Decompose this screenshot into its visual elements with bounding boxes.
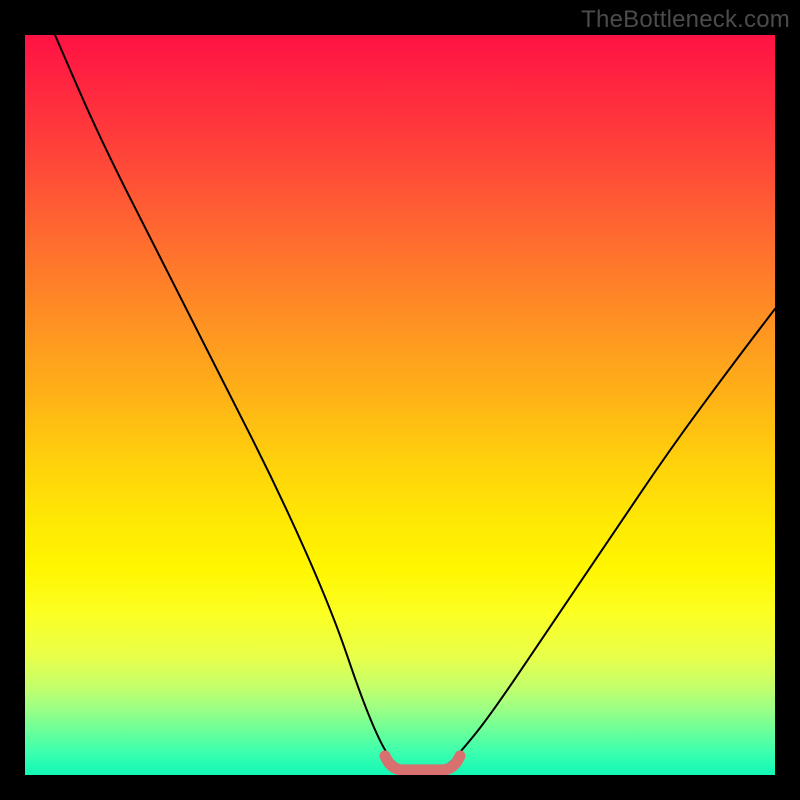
bottleneck-curve — [55, 35, 775, 771]
flat-region-marker — [385, 756, 460, 770]
curve-layer — [25, 35, 775, 775]
plot-area — [25, 35, 775, 775]
chart-frame: TheBottleneck.com — [0, 0, 800, 800]
watermark-label: TheBottleneck.com — [581, 6, 790, 34]
